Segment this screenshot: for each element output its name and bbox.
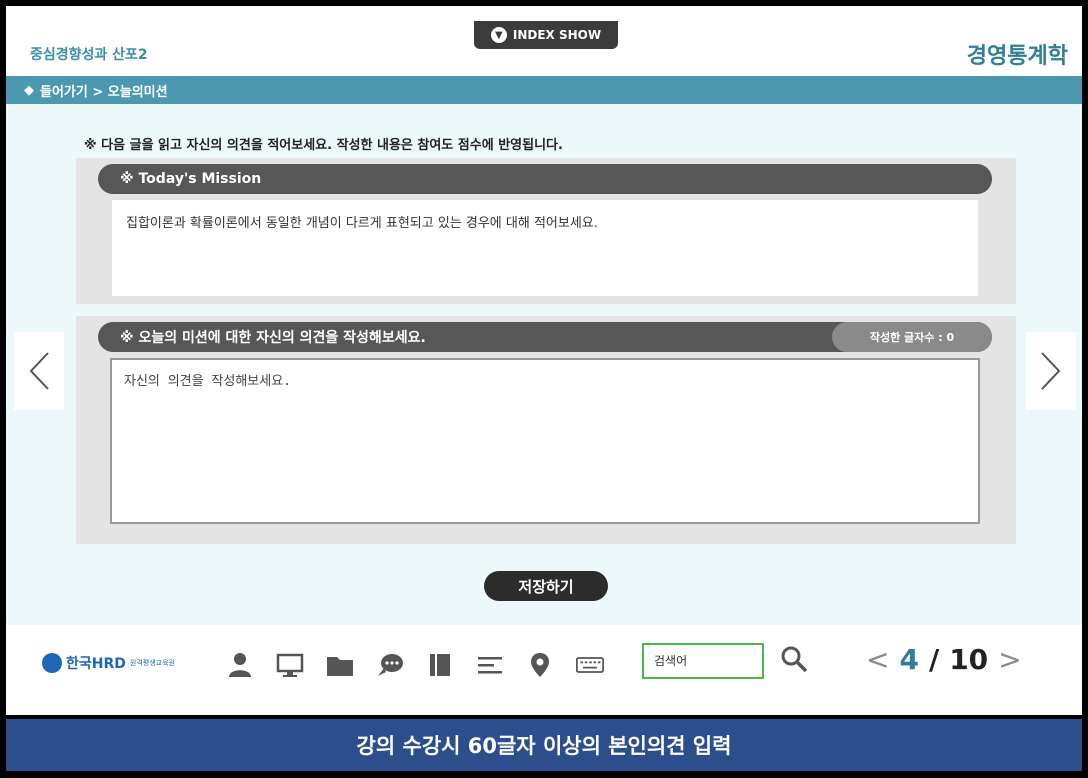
brand-logo: 한국HRD 원격평생교육원 <box>42 653 175 673</box>
chat-icon[interactable] <box>376 651 404 679</box>
logo-mark-icon <box>42 653 62 673</box>
char-count-badge: 작성한 글자수 : 0 <box>832 322 992 352</box>
chevron-right-icon <box>1041 352 1061 390</box>
lesson-subtitle: 중심경향성과 산포2 <box>30 47 148 63</box>
opinion-header: ※ 오늘의 미션에 대한 자신의 의견을 작성해보세요. 작성한 글자수 : 0 <box>98 322 992 352</box>
chevron-down-icon: ▼ <box>490 27 507 43</box>
page-total: 10 <box>949 643 989 676</box>
page-next-button[interactable]: > <box>998 643 1021 676</box>
breadcrumb-text: 들어가기 > 오늘의미션 <box>40 84 168 100</box>
tool-icons <box>226 651 604 679</box>
mission-header: ※ Today's Mission <box>98 164 992 194</box>
instruction-text: ※ 다음 글을 읽고 자신의 의견을 적어보세요. 작성한 내용은 참여도 점수… <box>84 138 563 153</box>
course-title: 경영통계학 <box>966 44 1068 69</box>
page-separator: / <box>928 643 940 676</box>
search-input[interactable] <box>642 643 764 679</box>
search-icon[interactable] <box>780 645 808 673</box>
pagination: < 4 / 10 > <box>866 643 1022 676</box>
page-prev-button[interactable]: < <box>866 643 889 676</box>
diamond-icon: ◆ <box>24 82 34 98</box>
next-page-arrow[interactable] <box>1026 332 1076 410</box>
person-icon[interactable] <box>226 651 254 679</box>
index-show-button[interactable]: ▼ INDEX SHOW <box>474 21 618 49</box>
folder-icon[interactable] <box>326 651 354 679</box>
book-icon[interactable] <box>426 651 454 679</box>
mission-title: ※ Today's Mission <box>120 171 262 187</box>
page-current: 4 <box>899 643 919 676</box>
main-content: ※ 다음 글을 읽고 자신의 의견을 적어보세요. 작성한 내용은 참여도 점수… <box>6 104 1082 625</box>
index-show-label: INDEX SHOW <box>512 28 602 42</box>
keyboard-icon[interactable] <box>576 651 604 679</box>
list-icon[interactable] <box>476 651 504 679</box>
location-pin-icon[interactable] <box>526 651 554 679</box>
bottom-toolbar: 한국HRD 원격평생교육원 검색어 < 4 / 10 > <box>6 625 1082 715</box>
chevron-left-icon <box>29 352 49 390</box>
prev-page-arrow[interactable] <box>14 332 64 410</box>
logo-subtext: 원격평생교육원 <box>129 659 175 667</box>
caption-banner: 강의 수강시 60글자 이상의 본인의견 입력 <box>6 719 1082 771</box>
mission-text: 집합이론과 확률이론에서 동일한 개념이 다르게 표현되고 있는 경우에 대해 … <box>112 200 978 296</box>
logo-text: 한국HRD <box>66 656 126 672</box>
header: 중심경향성과 산포2 ▼ INDEX SHOW 경영통계학 <box>6 6 1082 76</box>
lesson-frame: 중심경향성과 산포2 ▼ INDEX SHOW 경영통계학 ◆ 들어가기 > 오… <box>6 6 1082 715</box>
opinion-title: ※ 오늘의 미션에 대한 자신의 의견을 작성해보세요. <box>120 330 426 346</box>
opinion-panel: ※ 오늘의 미션에 대한 자신의 의견을 작성해보세요. 작성한 글자수 : 0 <box>76 316 1016 544</box>
breadcrumb: ◆ 들어가기 > 오늘의미션 <box>6 76 1082 104</box>
monitor-icon[interactable] <box>276 651 304 679</box>
mission-panel: ※ Today's Mission 집합이론과 확률이론에서 동일한 개념이 다… <box>76 158 1016 304</box>
save-button[interactable]: 저장하기 <box>484 571 608 601</box>
opinion-textarea[interactable] <box>110 358 980 524</box>
